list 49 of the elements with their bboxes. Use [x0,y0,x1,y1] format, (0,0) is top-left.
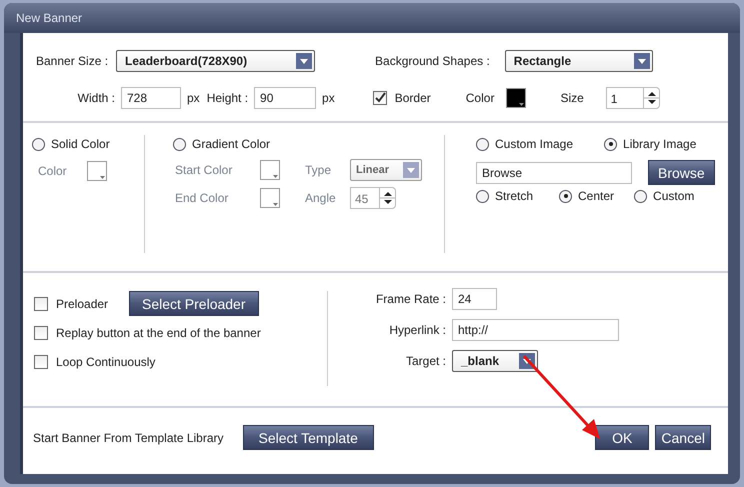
caret-icon [634,53,650,69]
path-field[interactable]: Browse [476,162,632,184]
color-swatch[interactable] [260,160,280,180]
label: px [187,91,200,105]
label: px [322,91,335,105]
label: Width : [76,91,115,105]
radio-button[interactable]: Center [559,189,614,203]
label: Color [466,91,494,105]
select-preloader-button[interactable]: Select Preloader [129,291,259,316]
color-swatch[interactable] [86,161,107,181]
label: Start Color [175,163,234,177]
color-swatch[interactable] [260,188,280,208]
color-swatch[interactable] [506,88,526,108]
input-field[interactable]: 90 [254,87,316,109]
caret-icon [296,53,312,69]
checkbox[interactable]: Border [372,91,431,105]
dropdown[interactable]: Rectangle [504,50,653,72]
caret-icon [403,162,419,178]
select-template-button[interactable]: Select Template [242,425,374,450]
label: Hyperlink : [388,323,447,337]
radio-button[interactable]: Library Image [604,137,696,151]
window-title: New Banner [16,11,82,25]
spinner[interactable]: 1 [606,87,660,109]
cancel-button[interactable]: Cancel [655,425,711,450]
radio-button[interactable]: Custom [634,189,694,203]
input-field[interactable]: 728 [121,87,181,109]
label: Banner Size : [36,54,108,68]
label: Size [560,91,584,105]
dropdown[interactable]: _blank [452,350,538,372]
input-field[interactable]: 24 [452,288,497,310]
label: Type [305,163,332,177]
ok-button[interactable]: OK [595,425,650,450]
checkbox[interactable]: Loop Continuously [34,355,327,369]
browse-button[interactable]: Browse [648,160,715,185]
label: Start Banner From Template Library [33,430,224,444]
input-field[interactable]: http:// [452,319,619,341]
label: Color [38,164,67,178]
radio-button[interactable]: Stretch [476,189,534,203]
label: End Color [175,191,230,205]
radio-button[interactable]: Custom Image [476,137,574,151]
label: Target : [404,354,447,368]
check-icon [374,92,386,104]
label: Background Shapes : [375,54,490,68]
checkbox[interactable]: Replay button at the end of the banner [34,326,327,340]
checkbox[interactable]: Preloader [34,296,110,310]
label: Height : [206,91,248,105]
label: Angle [305,191,337,205]
label: Frame Rate : [374,292,447,306]
dropdown[interactable]: Leaderboard(728X90) [116,50,316,72]
